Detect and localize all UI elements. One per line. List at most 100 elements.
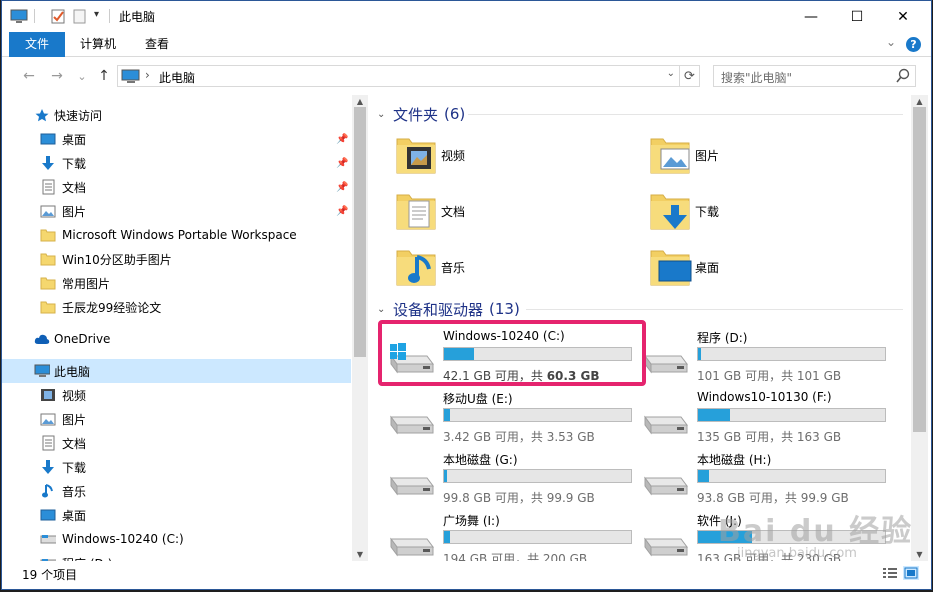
sidebar-item-quick-3[interactable]: 图片 📌 xyxy=(2,199,351,223)
customize-dropdown-icon[interactable]: ▾ xyxy=(94,9,99,20)
ribbon-tabs: 文件 计算机 查看 ⌄ ? xyxy=(2,32,931,57)
sidebar-item-this-pc[interactable]: 此电脑 xyxy=(2,359,351,383)
search-box[interactable]: 搜索"此电脑" xyxy=(713,65,916,87)
sidebar-item-quick-4[interactable]: Microsoft Windows Portable Workspace xyxy=(2,223,351,247)
folder-label: 视频 xyxy=(441,149,466,163)
new-folder-icon[interactable] xyxy=(72,8,88,25)
drive-space-text: 99.8 GB 可用，共 99.9 GB xyxy=(443,491,595,505)
navigation-bar: ← → ⌄ ↑ › 此电脑 ⌄ ⟳ 搜索"此电脑" xyxy=(2,57,931,95)
scroll-down-arrow[interactable]: ▼ xyxy=(911,548,928,560)
drive-name: 本地磁盘 (G:) xyxy=(443,453,518,467)
scroll-up-arrow[interactable]: ▲ xyxy=(352,95,368,107)
pin-icon[interactable]: 📌 xyxy=(336,134,348,145)
search-placeholder[interactable]: 搜索"此电脑" xyxy=(721,69,792,86)
sidebar-item-label: 文档 xyxy=(62,180,87,195)
sidebar-item-pc-4[interactable]: 音乐 xyxy=(2,479,351,503)
folder-tile[interactable]: 文档 xyxy=(395,187,615,237)
maximize-button[interactable]: ☐ xyxy=(834,1,880,32)
minimize-button[interactable]: — xyxy=(788,1,834,32)
pin-icon[interactable]: 📌 xyxy=(336,158,348,169)
sidebar-item-label: Win10分区助手图片 xyxy=(62,252,172,267)
drive-icon xyxy=(40,531,56,547)
sidebar-item-pc-2[interactable]: 文档 xyxy=(2,431,351,455)
properties-icon[interactable] xyxy=(50,8,66,25)
tab-computer[interactable]: 计算机 xyxy=(72,32,124,57)
drive-tile[interactable]: 程序 (D:) 101 GB 可用，共 101 GB xyxy=(633,327,886,387)
group-header-drives[interactable]: ⌄ 设备和驱动器 (13) xyxy=(377,298,520,320)
scrollbar-thumb[interactable] xyxy=(913,107,926,432)
close-button[interactable]: ✕ xyxy=(880,1,926,32)
sidebar-item-quick-0[interactable]: 桌面 📌 xyxy=(2,127,351,151)
forward-button[interactable]: → xyxy=(47,66,67,86)
sidebar-item-pc-1[interactable]: 图片 xyxy=(2,407,351,431)
drive-space-text: 101 GB 可用，共 101 GB xyxy=(697,369,842,383)
picture-icon xyxy=(40,411,56,427)
drive-tile[interactable]: 广场舞 (I:) 194 GB 可用，共 200 GB xyxy=(379,510,632,561)
content-scrollbar[interactable]: ▲ ▼ xyxy=(911,95,928,561)
sidebar-item-quick-2[interactable]: 文档 📌 xyxy=(2,175,351,199)
breadcrumb-this-pc[interactable]: 此电脑 xyxy=(159,69,195,86)
drive-usage-bar xyxy=(697,469,886,483)
pin-icon[interactable]: 📌 xyxy=(336,206,348,217)
sidebar-item-label: 桌面 xyxy=(62,132,87,147)
drive-name: 程序 (D:) xyxy=(697,331,748,345)
group-count: (13) xyxy=(489,300,520,318)
folder-tile[interactable]: 图片 xyxy=(649,131,869,181)
address-dropdown-icon[interactable]: ⌄ xyxy=(667,68,675,79)
drive-usage-fill xyxy=(444,470,447,482)
folder-tile[interactable]: 下载 xyxy=(649,187,869,237)
folder-tile[interactable]: 视频 xyxy=(395,131,615,181)
tiles-view-icon[interactable] xyxy=(903,566,919,580)
sidebar-item-pc-6[interactable]: Windows-10240 (C:) xyxy=(2,527,351,551)
scrollbar-thumb[interactable] xyxy=(354,107,366,357)
computer-icon[interactable] xyxy=(10,8,28,25)
breadcrumb-separator[interactable]: › xyxy=(145,68,150,82)
document-icon xyxy=(40,435,56,451)
sidebar-item-pc-0[interactable]: 视频 xyxy=(2,383,351,407)
title-divider xyxy=(109,9,110,23)
sidebar-item-label: 图片 xyxy=(62,412,87,427)
search-icon[interactable] xyxy=(896,68,910,84)
refresh-button[interactable]: ⟳ xyxy=(679,66,699,86)
sidebar-item-label: 下载 xyxy=(62,460,87,475)
tab-file[interactable]: 文件 xyxy=(9,32,65,57)
sidebar-item-pc-3[interactable]: 下载 xyxy=(2,455,351,479)
drive-tile[interactable]: 移动U盘 (E:) 3.42 GB 可用，共 3.53 GB xyxy=(379,388,632,448)
folder-icon xyxy=(40,299,56,315)
sidebar-item-quick-6[interactable]: 常用图片 xyxy=(2,271,351,295)
scroll-down-arrow[interactable]: ▼ xyxy=(352,548,368,560)
address-bar[interactable]: › 此电脑 ⌄ ⟳ xyxy=(117,65,700,87)
pin-icon[interactable]: 📌 xyxy=(336,182,348,193)
sidebar-item-quick-1[interactable]: 下载 📌 xyxy=(2,151,351,175)
help-icon[interactable]: ? xyxy=(906,37,921,52)
folder-tile[interactable]: 音乐 xyxy=(395,243,615,293)
recent-locations-button[interactable]: ⌄ xyxy=(72,66,92,86)
group-count: (6) xyxy=(444,105,466,123)
sidebar-item-quick-access[interactable]: 快速访问 xyxy=(2,103,351,127)
tab-view[interactable]: 查看 xyxy=(136,32,178,57)
collapse-chevron-icon[interactable]: ⌄ xyxy=(377,109,393,120)
sidebar-item-quick-7[interactable]: 壬辰龙99经验论文 xyxy=(2,295,351,319)
drive-tile[interactable]: 本地磁盘 (G:) 99.8 GB 可用，共 99.9 GB xyxy=(379,449,632,509)
document-icon xyxy=(40,179,56,195)
collapse-chevron-icon[interactable]: ⌄ xyxy=(377,304,393,315)
group-header-folders[interactable]: ⌄ 文件夹 (6) xyxy=(377,103,465,125)
ribbon-expand-icon[interactable]: ⌄ xyxy=(886,35,896,49)
folder-tile[interactable]: 桌面 xyxy=(649,243,869,293)
sidebar-item-quick-5[interactable]: Win10分区助手图片 xyxy=(2,247,351,271)
sidebar-item-pc-7[interactable]: 程序 (D:) xyxy=(2,551,351,561)
sidebar-item-onedrive[interactable]: OneDrive xyxy=(2,327,351,351)
drive-tile[interactable]: 本地磁盘 (H:) 93.8 GB 可用，共 99.9 GB xyxy=(633,449,886,509)
details-view-icon[interactable] xyxy=(882,566,898,580)
sidebar-item-label: 图片 xyxy=(62,204,87,219)
up-button[interactable]: ↑ xyxy=(94,66,114,86)
sidebar-scrollbar[interactable]: ▲ ▼ xyxy=(352,95,368,561)
drive-tile[interactable]: Windows10-10130 (F:) 135 GB 可用，共 163 GB xyxy=(633,388,886,448)
back-button[interactable]: ← xyxy=(19,66,39,86)
drive-name: 本地磁盘 (H:) xyxy=(697,453,772,467)
sidebar-item-pc-5[interactable]: 桌面 xyxy=(2,503,351,527)
sidebar-item-label: OneDrive xyxy=(54,332,111,346)
drive-space-text: 194 GB 可用，共 200 GB xyxy=(443,552,588,561)
scroll-up-arrow[interactable]: ▲ xyxy=(911,95,928,107)
desktop-folder-icon xyxy=(649,245,693,292)
